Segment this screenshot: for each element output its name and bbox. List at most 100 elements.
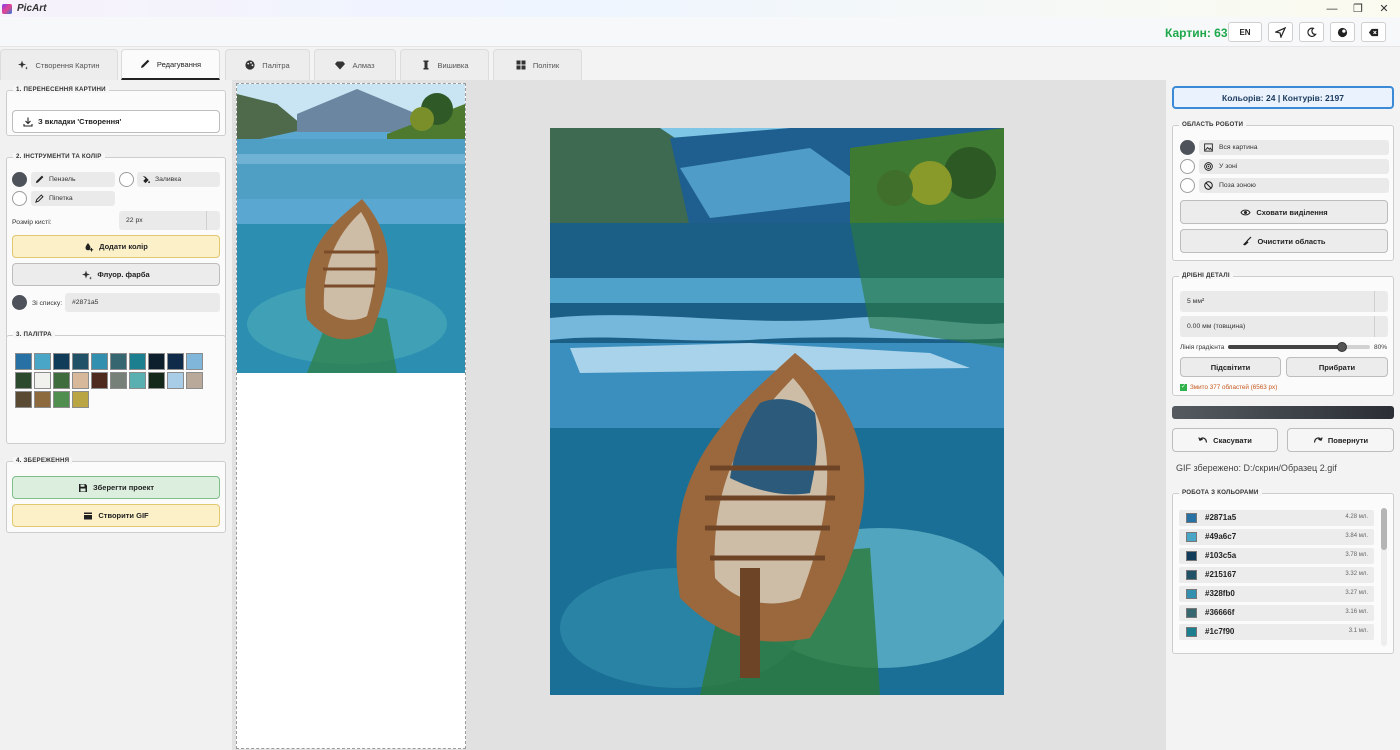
minimize-button[interactable]: — [1318, 0, 1346, 17]
color-list-item[interactable]: #1c7f90 3.1 мл. [1179, 624, 1374, 640]
min-area-input[interactable]: 5 мм² [1180, 291, 1388, 312]
color-swatch [1186, 551, 1197, 561]
fill-radio[interactable] [119, 172, 134, 187]
navigate-button[interactable] [1268, 22, 1293, 42]
pipette-radio[interactable] [12, 191, 27, 206]
palette-swatch[interactable] [186, 372, 203, 389]
in-zone-option[interactable]: У зоні [1199, 159, 1389, 174]
color-amount: 3.32 мл. [1345, 571, 1368, 577]
thickness-value: 0.00 мм (товщина) [1187, 323, 1246, 330]
gradient-slider-thumb[interactable] [1336, 342, 1347, 352]
palette-swatch[interactable] [91, 372, 108, 389]
color-swatch [1186, 532, 1197, 542]
close-button[interactable]: ✕ [1370, 0, 1398, 17]
tab-embroidery[interactable]: Вишивка [400, 49, 489, 80]
tab-edit-label: Редагування [156, 59, 202, 69]
palette-swatch[interactable] [15, 353, 32, 370]
palette-swatch[interactable] [91, 353, 108, 370]
backspace-button[interactable] [1361, 22, 1386, 42]
palette-swatch[interactable] [34, 353, 51, 370]
palette-swatch[interactable] [53, 391, 70, 408]
redo-button[interactable]: Повернути [1287, 428, 1394, 452]
create-gif-button[interactable]: Створити GIF [12, 504, 220, 527]
tab-diamond-label: Алмаз [352, 60, 375, 70]
fluor-paint-button[interactable]: Флуор. фарба [12, 263, 220, 286]
tab-politic[interactable]: Політик [493, 49, 582, 80]
brush-tool[interactable]: Пензель [31, 172, 115, 187]
theme-button[interactable] [1330, 22, 1355, 42]
image-icon [1204, 143, 1213, 152]
brush-size-stepper[interactable] [206, 211, 220, 230]
palette-swatch[interactable] [167, 353, 184, 370]
whole-picture-radio[interactable] [1180, 140, 1195, 155]
palette-swatch[interactable] [186, 353, 203, 370]
palette-swatch[interactable] [110, 353, 127, 370]
original-image[interactable] [237, 84, 465, 373]
out-zone-option[interactable]: Поза зоною [1199, 178, 1389, 193]
palette-swatch[interactable] [53, 353, 70, 370]
in-zone-radio[interactable] [1180, 159, 1195, 174]
broom-icon [1243, 236, 1252, 246]
min-area-stepper[interactable] [1374, 291, 1388, 312]
from-list-input[interactable]: #2871a5 [65, 293, 220, 312]
save-project-button[interactable]: Зберегти проект [12, 476, 220, 499]
language-button[interactable]: EN [1228, 22, 1262, 42]
thickness-input[interactable]: 0.00 мм (товщина) [1180, 316, 1388, 337]
color-amount: 3.1 мл. [1348, 628, 1368, 634]
tab-create[interactable]: Створення Картин [0, 49, 118, 80]
tab-diamond[interactable]: Алмаз [314, 49, 396, 80]
color-list-item[interactable]: #215167 3.32 мл. [1179, 567, 1374, 583]
color-list-item[interactable]: #103c5a 3.78 мл. [1179, 548, 1374, 564]
from-create-tab-button[interactable]: З вкладки 'Створення' [12, 110, 220, 133]
tab-edit[interactable]: Редагування [121, 49, 220, 80]
palette-swatch[interactable] [110, 372, 127, 389]
color-list-scrollbar[interactable] [1381, 508, 1387, 646]
clear-area-button[interactable]: Очистити область [1180, 229, 1388, 253]
moon-icon [1307, 27, 1317, 37]
palette-swatch[interactable] [129, 372, 146, 389]
palette-swatch[interactable] [34, 391, 51, 408]
whole-picture-option[interactable]: Вся картина [1199, 140, 1389, 155]
color-drop-plus-icon [85, 242, 94, 251]
fill-tool[interactable]: Заливка [137, 172, 220, 187]
tab-palette[interactable]: Палітра [225, 49, 310, 80]
backspace-icon [1368, 28, 1379, 36]
add-color-button[interactable]: Додати колір [12, 235, 220, 258]
palette-swatch[interactable] [15, 391, 32, 408]
out-zone-radio[interactable] [1180, 178, 1195, 193]
color-list-item[interactable]: #2871a5 4.28 мл. [1179, 510, 1374, 526]
color-list-scroll-thumb[interactable] [1381, 508, 1387, 550]
undo-button[interactable]: Скасувати [1172, 428, 1278, 452]
palette-swatch[interactable] [53, 372, 70, 389]
grid-icon [516, 60, 526, 70]
palette-swatch[interactable] [148, 372, 165, 389]
gradient-slider[interactable] [1228, 342, 1370, 352]
highlight-button[interactable]: Підсвітити [1180, 357, 1281, 377]
color-list-item[interactable]: #328fb0 3.27 мл. [1179, 586, 1374, 602]
hide-selection-button[interactable]: Сховати виділення [1180, 200, 1388, 224]
pipette-tool[interactable]: Піпетка [31, 191, 115, 206]
palette-swatch[interactable] [72, 372, 89, 389]
app-title: PicArt [17, 3, 47, 14]
palette-swatch[interactable] [129, 353, 146, 370]
palette-swatch[interactable] [15, 372, 32, 389]
color-amount: 3.16 мл. [1345, 609, 1368, 615]
remove-button[interactable]: Прибрати [1286, 357, 1388, 377]
brush-size-input[interactable]: 22 px [119, 211, 220, 230]
brush-icon [35, 175, 44, 184]
colors-work-panel: РОБОТА З КОЛЬОРАМИ #2871a5 4.28 мл. #49a6c… [1172, 489, 1394, 654]
palette-swatch[interactable] [167, 372, 184, 389]
create-gif-label: Створити GIF [98, 511, 149, 520]
edited-image[interactable] [550, 128, 1004, 695]
restore-button[interactable]: ❐ [1344, 0, 1372, 17]
palette-swatch[interactable] [148, 353, 165, 370]
thickness-stepper[interactable] [1374, 316, 1388, 337]
palette-swatch[interactable] [72, 391, 89, 408]
color-list-item[interactable]: #36666f 3.16 мл. [1179, 605, 1374, 621]
dark-mode-button[interactable] [1299, 22, 1324, 42]
color-list-item[interactable]: #49a6c7 3.84 мл. [1179, 529, 1374, 545]
brush-radio[interactable] [12, 172, 27, 187]
palette-swatch[interactable] [72, 353, 89, 370]
min-area-value: 5 мм² [1187, 298, 1205, 305]
palette-swatch[interactable] [34, 372, 51, 389]
